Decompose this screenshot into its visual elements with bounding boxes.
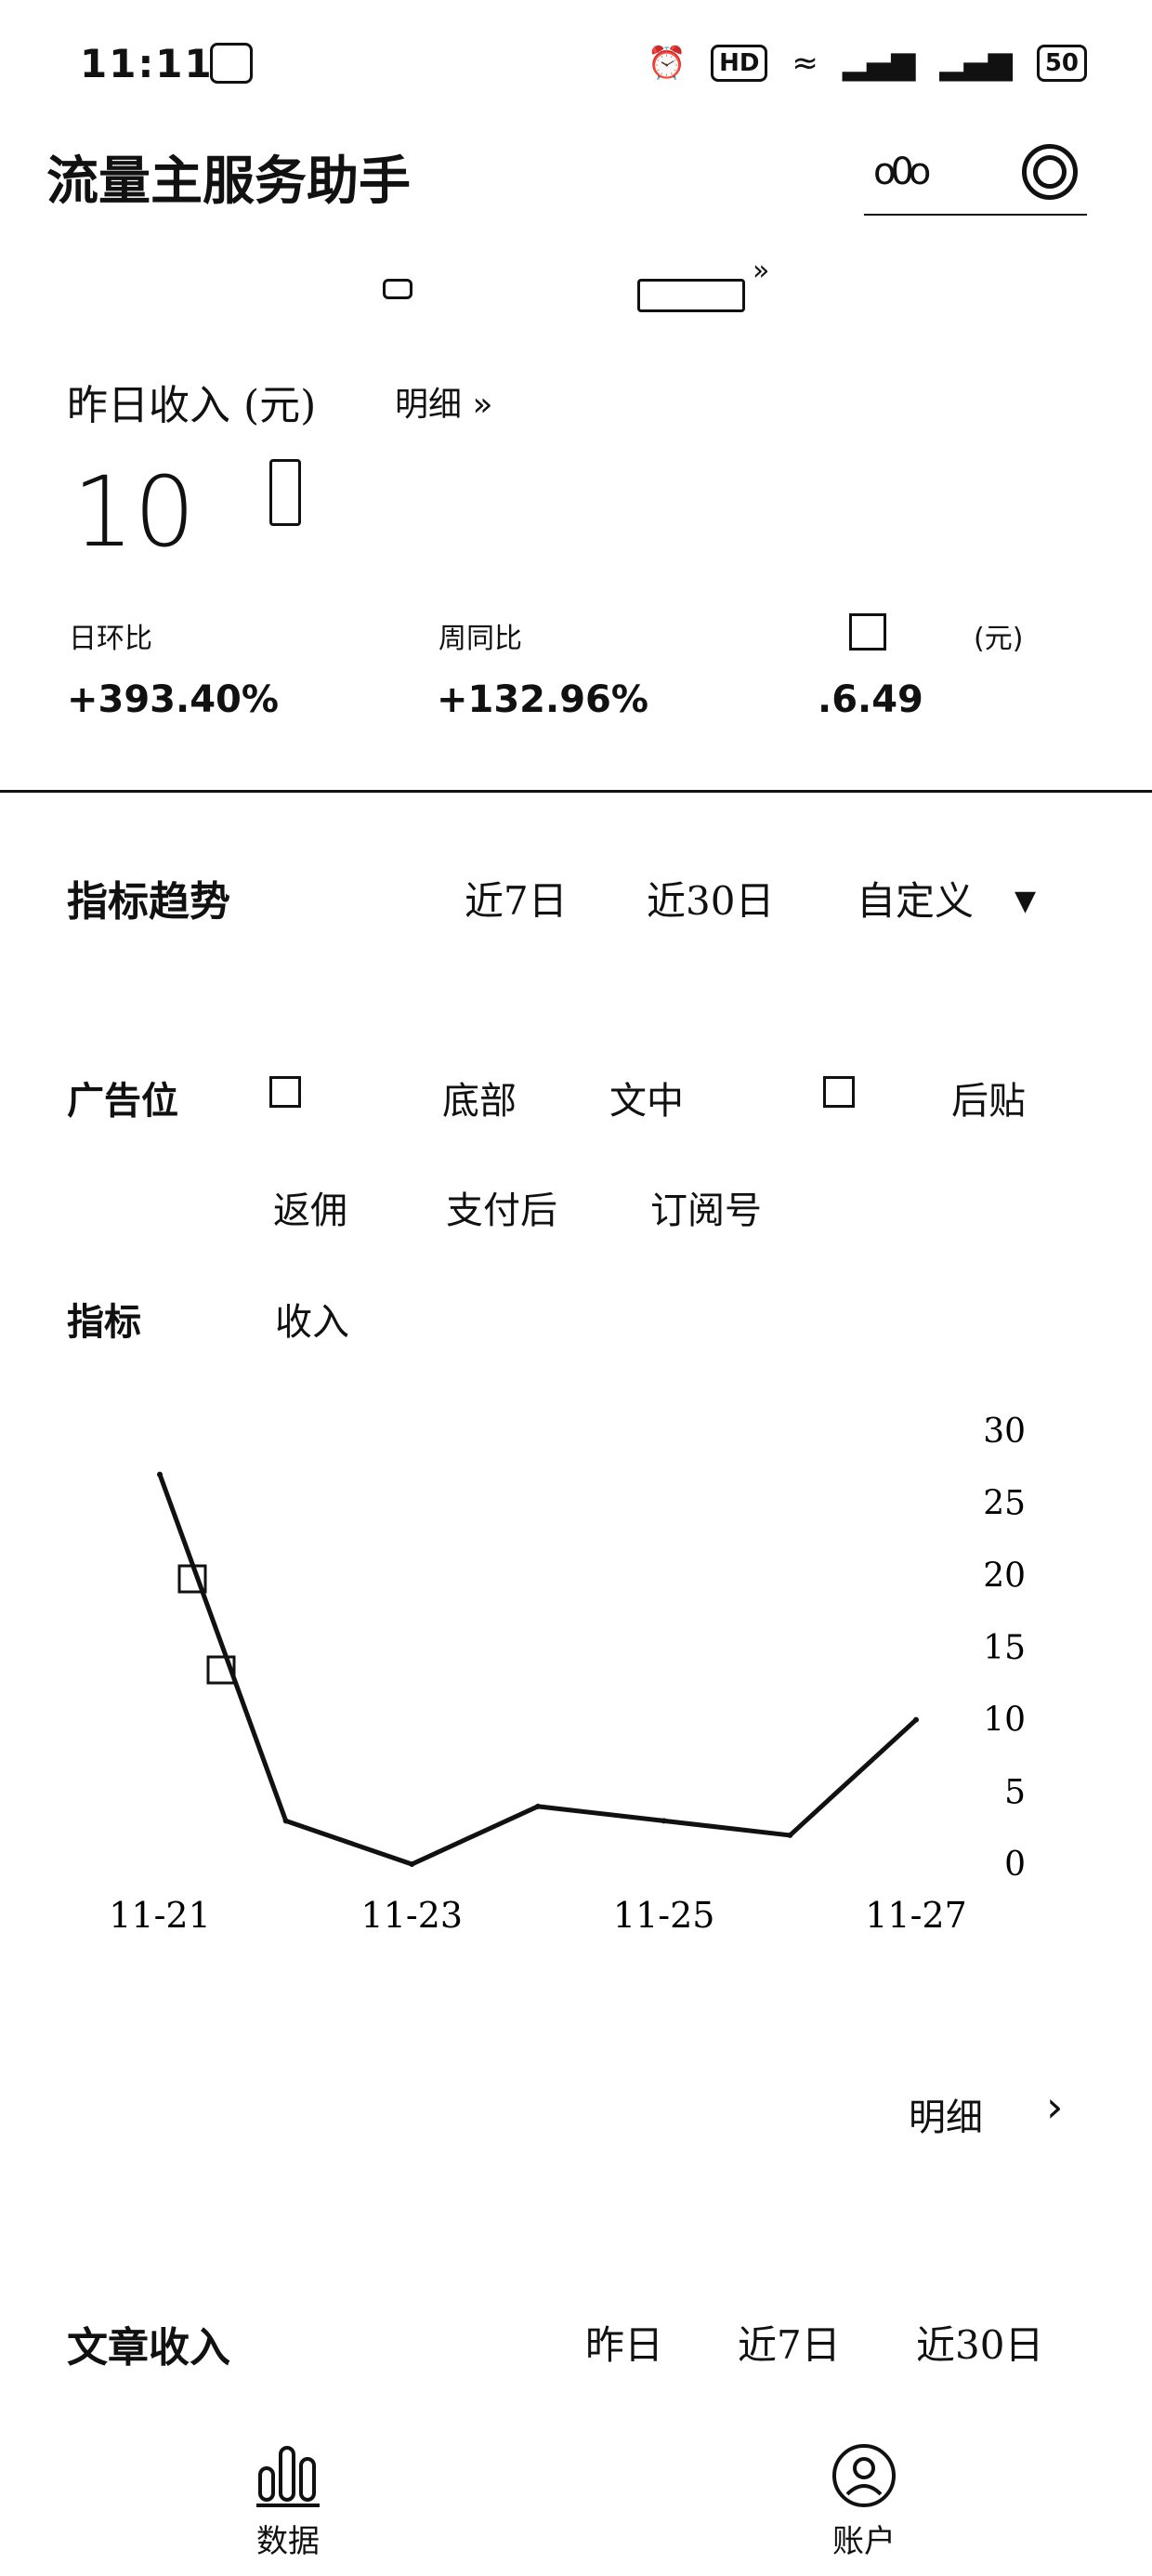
metric-label-placeholder [849, 613, 886, 651]
y-tick-label: 0 [1004, 1846, 1026, 1884]
metric-label: 日环比 [69, 623, 152, 655]
tab-30d[interactable]: 近30日 [647, 870, 774, 927]
x-tick-label: 11-21 [109, 1895, 211, 1936]
mini-program-capsule: o0o [864, 130, 1087, 216]
account-selector[interactable] [637, 279, 745, 312]
ad-slot-label: 广告位 [67, 1079, 178, 1123]
income-value-placeholder [269, 459, 301, 526]
metric-selector-label: 指标 [67, 1300, 141, 1344]
tab-custom[interactable]: 自定义 [857, 870, 974, 927]
app-badge-icon [210, 43, 253, 84]
trend-chart: 0 5 10 15 20 25 30 11-21 11-23 11-25 11-27 [109, 1413, 1026, 1936]
ad-option[interactable]: 订阅号 [650, 1180, 762, 1234]
ad-option[interactable]: 文中 [609, 1071, 684, 1124]
y-tick-label: 10 [983, 1702, 1026, 1740]
tabbar-item-account[interactable]: 账户 [808, 2442, 920, 2561]
metric-value: +132.96% [437, 678, 648, 721]
ad-option[interactable]: 底部 [442, 1071, 517, 1124]
detail-link[interactable]: 明细 » [395, 377, 492, 426]
close-target-icon[interactable] [1022, 144, 1078, 200]
status-time: 11:11 [80, 41, 214, 86]
metric-unit: (元) [974, 623, 1024, 655]
data-point[interactable] [787, 1832, 793, 1838]
status-icons: ⏰ HD ≈ ▂▄▆ ▂▄▆ 50 [648, 45, 1087, 82]
page-title: 流量主服务助手 [46, 151, 411, 212]
data-point[interactable] [535, 1803, 541, 1809]
y-tick-label: 25 [983, 1485, 1026, 1523]
metric-selector-value[interactable]: 收入 [275, 1292, 349, 1346]
ad-option[interactable]: 后贴 [951, 1071, 1026, 1124]
tabbar-label: 数据 [256, 2523, 320, 2560]
x-tick-label: 11-25 [613, 1895, 715, 1936]
metric-label: 周同比 [439, 623, 522, 655]
tab-30d[interactable]: 近30日 [916, 2314, 1043, 2371]
checkbox[interactable] [823, 1076, 855, 1108]
tab-7d[interactable]: 近7日 [465, 870, 568, 927]
y-tick-label: 20 [983, 1557, 1026, 1595]
section-title: 文章收入 [67, 2324, 230, 2372]
metric-value: +393.40% [67, 678, 279, 721]
account-selector-icon[interactable] [383, 279, 412, 299]
section-title: 指标趋势 [67, 878, 230, 926]
metric-value: .6.49 [818, 678, 923, 721]
income-label: 昨日收入 (元) [67, 382, 317, 429]
user-icon [832, 2444, 896, 2507]
detail-link-bottom[interactable]: 明细 [909, 2087, 983, 2141]
tabbar-item-data[interactable]: 数据 [232, 2442, 344, 2561]
alarm-icon: ⏰ [647, 45, 687, 82]
chevron-right-icon[interactable]: › [1046, 2082, 1063, 2132]
income-value: 10 [72, 455, 196, 569]
battery-icon: 50 [1036, 45, 1087, 82]
signal-icon: ▂▄▆ [842, 45, 916, 82]
ad-option[interactable]: 返佣 [273, 1180, 347, 1234]
tab-yesterday[interactable]: 昨日 [585, 2314, 663, 2371]
y-tick-label: 15 [983, 1629, 1026, 1667]
data-point[interactable] [913, 1716, 919, 1723]
x-tick-label: 11-27 [865, 1895, 967, 1936]
checkbox[interactable] [269, 1076, 301, 1108]
y-tick-label: 5 [1004, 1773, 1026, 1811]
bar-chart-icon [256, 2446, 320, 2507]
more-icon[interactable]: o0o [873, 151, 931, 193]
chevron-down-icon[interactable]: ▼ [1015, 885, 1036, 917]
chart-markers [177, 1564, 236, 1685]
data-point[interactable] [157, 1471, 163, 1478]
x-tick-label: 11-23 [361, 1895, 464, 1936]
divider [0, 790, 1152, 793]
y-tick-label: 30 [983, 1413, 1026, 1451]
chevron-right-icon[interactable]: » [753, 255, 769, 287]
data-point[interactable] [409, 1861, 415, 1867]
tabbar-label: 账户 [832, 2523, 896, 2560]
tab-7d[interactable]: 近7日 [738, 2314, 841, 2371]
data-point[interactable] [661, 1818, 667, 1824]
signal-icon: ▂▄▆ [939, 45, 1013, 82]
wifi-icon: ≈ [792, 45, 818, 82]
hd-icon: HD [711, 45, 768, 82]
ad-option[interactable]: 支付后 [446, 1180, 557, 1234]
data-point[interactable] [282, 1818, 289, 1824]
